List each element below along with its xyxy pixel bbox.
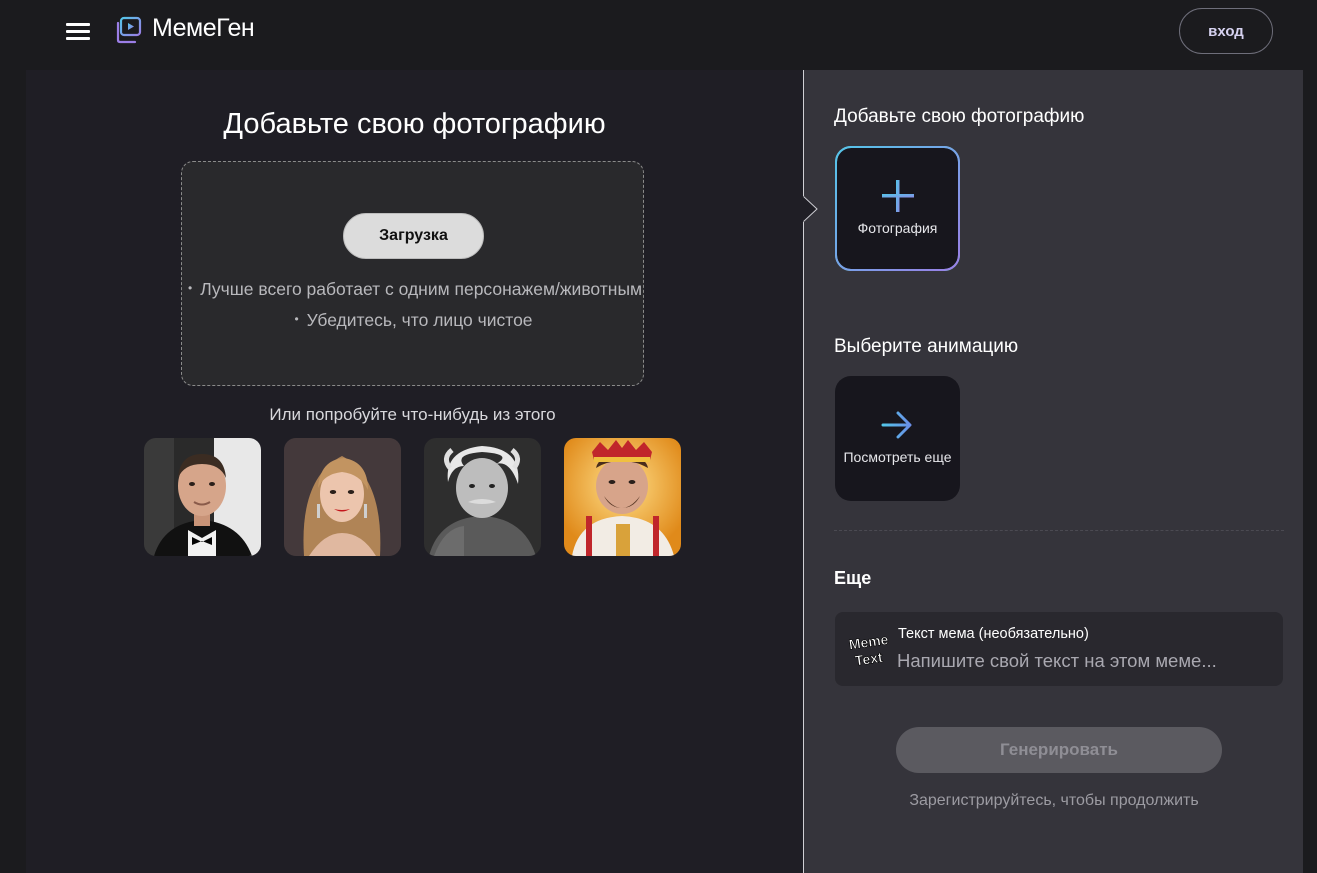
settings-panel: Добавьте свою фотографию Фотография Выбе…: [803, 70, 1303, 873]
arrow-right-icon: [881, 411, 912, 439]
section-divider: [834, 530, 1284, 531]
sample-woman-blonde[interactable]: [284, 438, 401, 556]
see-more-animations-button[interactable]: Посмотреть еще: [835, 376, 960, 501]
plus-icon: [882, 180, 914, 212]
generate-button[interactable]: Генерировать: [896, 727, 1222, 773]
sample-man-tuxedo[interactable]: [144, 438, 261, 556]
right-edge: [1303, 70, 1317, 873]
menu-icon[interactable]: [66, 22, 90, 40]
sample-old-man-bw[interactable]: [424, 438, 541, 556]
photo-section-title: Добавьте свою фотографию: [834, 106, 1085, 127]
meme-text-label: Текст мема (необязательно): [898, 626, 1089, 642]
animation-section-title: Выберите анимацию: [834, 336, 1019, 357]
more-section-title: Еще: [834, 568, 872, 588]
tip-text: Убедитесь, что лицо чистое: [306, 310, 533, 330]
upload-area: Добавьте свою фотографию Загрузка • Лучше…: [26, 70, 803, 873]
tip-clean-face: • Убедитесь, что лицо чистое: [294, 310, 533, 330]
photo-dropzone[interactable]: Загрузка • Лучше всего работает с одним п…: [181, 161, 644, 386]
signup-hint[interactable]: Зарегистрируйтесь, чтобы продолжить: [804, 792, 1304, 810]
panel-pointer: [803, 196, 818, 222]
logo-text[interactable]: МемеГен: [152, 14, 255, 43]
meme-icon-text: Meme: [848, 632, 889, 652]
add-photo-button[interactable]: Фотография: [835, 146, 960, 271]
meme-text-field-container[interactable]: Meme Text Текст мема (необязательно): [835, 612, 1283, 686]
try-samples-label: Или попробуйте что-нибудь из этого: [269, 405, 556, 424]
page-title: Добавьте свою фотографию: [223, 108, 606, 140]
meme-text-icon: Meme Text: [847, 632, 889, 668]
meme-icon-text: Text: [854, 649, 884, 668]
logo-icon: [116, 16, 142, 44]
top-bar: МемеГен вход: [0, 0, 1317, 70]
login-button[interactable]: вход: [1179, 8, 1273, 54]
add-photo-label: Фотография: [857, 220, 938, 236]
meme-text-input[interactable]: [897, 648, 1267, 674]
upload-button[interactable]: Загрузка: [343, 213, 484, 259]
see-more-label: Посмотреть еще: [843, 449, 952, 465]
tip-single-character: • Лучше всего работает с одним персонажем…: [188, 279, 643, 299]
tip-text: Лучше всего работает с одним персонажем/…: [200, 279, 643, 299]
sample-saint-icon[interactable]: [564, 438, 681, 556]
